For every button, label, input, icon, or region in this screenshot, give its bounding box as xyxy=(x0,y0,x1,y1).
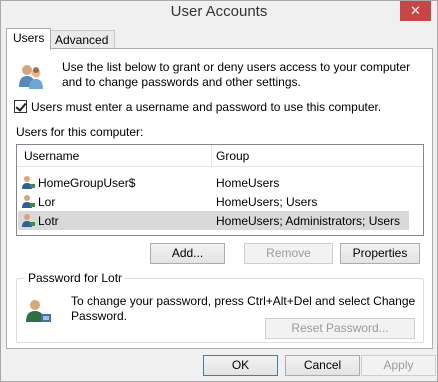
user-accounts-window: User Accounts ✕ Users Advanced Use the l… xyxy=(0,0,438,382)
row-group: HomeUsers; Users xyxy=(216,195,318,209)
apply-button[interactable]: Apply xyxy=(361,355,436,376)
require-login-label: Users must enter a username and password… xyxy=(31,99,382,114)
table-row[interactable]: Lor HomeUsers; Users xyxy=(18,192,409,211)
user-icon xyxy=(22,195,35,208)
tab-users[interactable]: Users xyxy=(6,28,52,50)
users-tab-panel: Use the list below to grant or deny user… xyxy=(6,48,433,349)
row-group: HomeUsers xyxy=(216,176,280,190)
window-title: User Accounts xyxy=(170,3,268,20)
password-group: Password for Lotr To change your passwor… xyxy=(16,271,424,343)
tab-advanced[interactable]: Advanced xyxy=(48,30,116,49)
user-icon xyxy=(22,214,35,227)
users-list[interactable]: Username Group HomeGroupUser$ HomeUsers xyxy=(16,144,424,236)
column-separator[interactable] xyxy=(211,145,212,167)
add-user-button[interactable]: Add... xyxy=(150,243,225,264)
intro-text: Use the list below to grant or deny user… xyxy=(62,60,411,89)
users-list-header: Username Group xyxy=(17,145,423,167)
tab-strip: Users Advanced xyxy=(6,28,436,50)
users-icon xyxy=(19,65,43,89)
row-username: Lor xyxy=(38,195,56,209)
ok-button[interactable]: OK xyxy=(203,355,278,376)
require-login-checkbox[interactable] xyxy=(14,100,27,113)
properties-button[interactable]: Properties xyxy=(340,243,420,264)
table-row[interactable]: HomeGroupUser$ HomeUsers xyxy=(18,173,409,192)
column-header-username[interactable]: Username xyxy=(24,149,79,163)
close-button[interactable]: ✕ xyxy=(400,1,431,21)
row-username: HomeGroupUser$ xyxy=(38,176,136,190)
user-key-icon xyxy=(26,300,51,322)
password-group-legend: Password for Lotr xyxy=(25,271,126,285)
remove-user-button[interactable]: Remove xyxy=(244,243,333,264)
user-icon xyxy=(22,176,35,189)
column-header-group[interactable]: Group xyxy=(216,149,249,163)
title-bar: User Accounts ✕ xyxy=(1,1,437,25)
table-row-selected[interactable]: Lotr HomeUsers; Administrators; Users xyxy=(18,211,409,230)
row-username: Lotr xyxy=(38,214,59,228)
users-list-label: Users for this computer: xyxy=(16,125,144,139)
require-login-row[interactable]: Users must enter a username and password… xyxy=(14,99,381,114)
cancel-button[interactable]: Cancel xyxy=(285,355,360,376)
row-group: HomeUsers; Administrators; Users xyxy=(216,214,401,228)
reset-password-button[interactable]: Reset Password... xyxy=(265,318,415,339)
close-icon: ✕ xyxy=(410,3,421,18)
